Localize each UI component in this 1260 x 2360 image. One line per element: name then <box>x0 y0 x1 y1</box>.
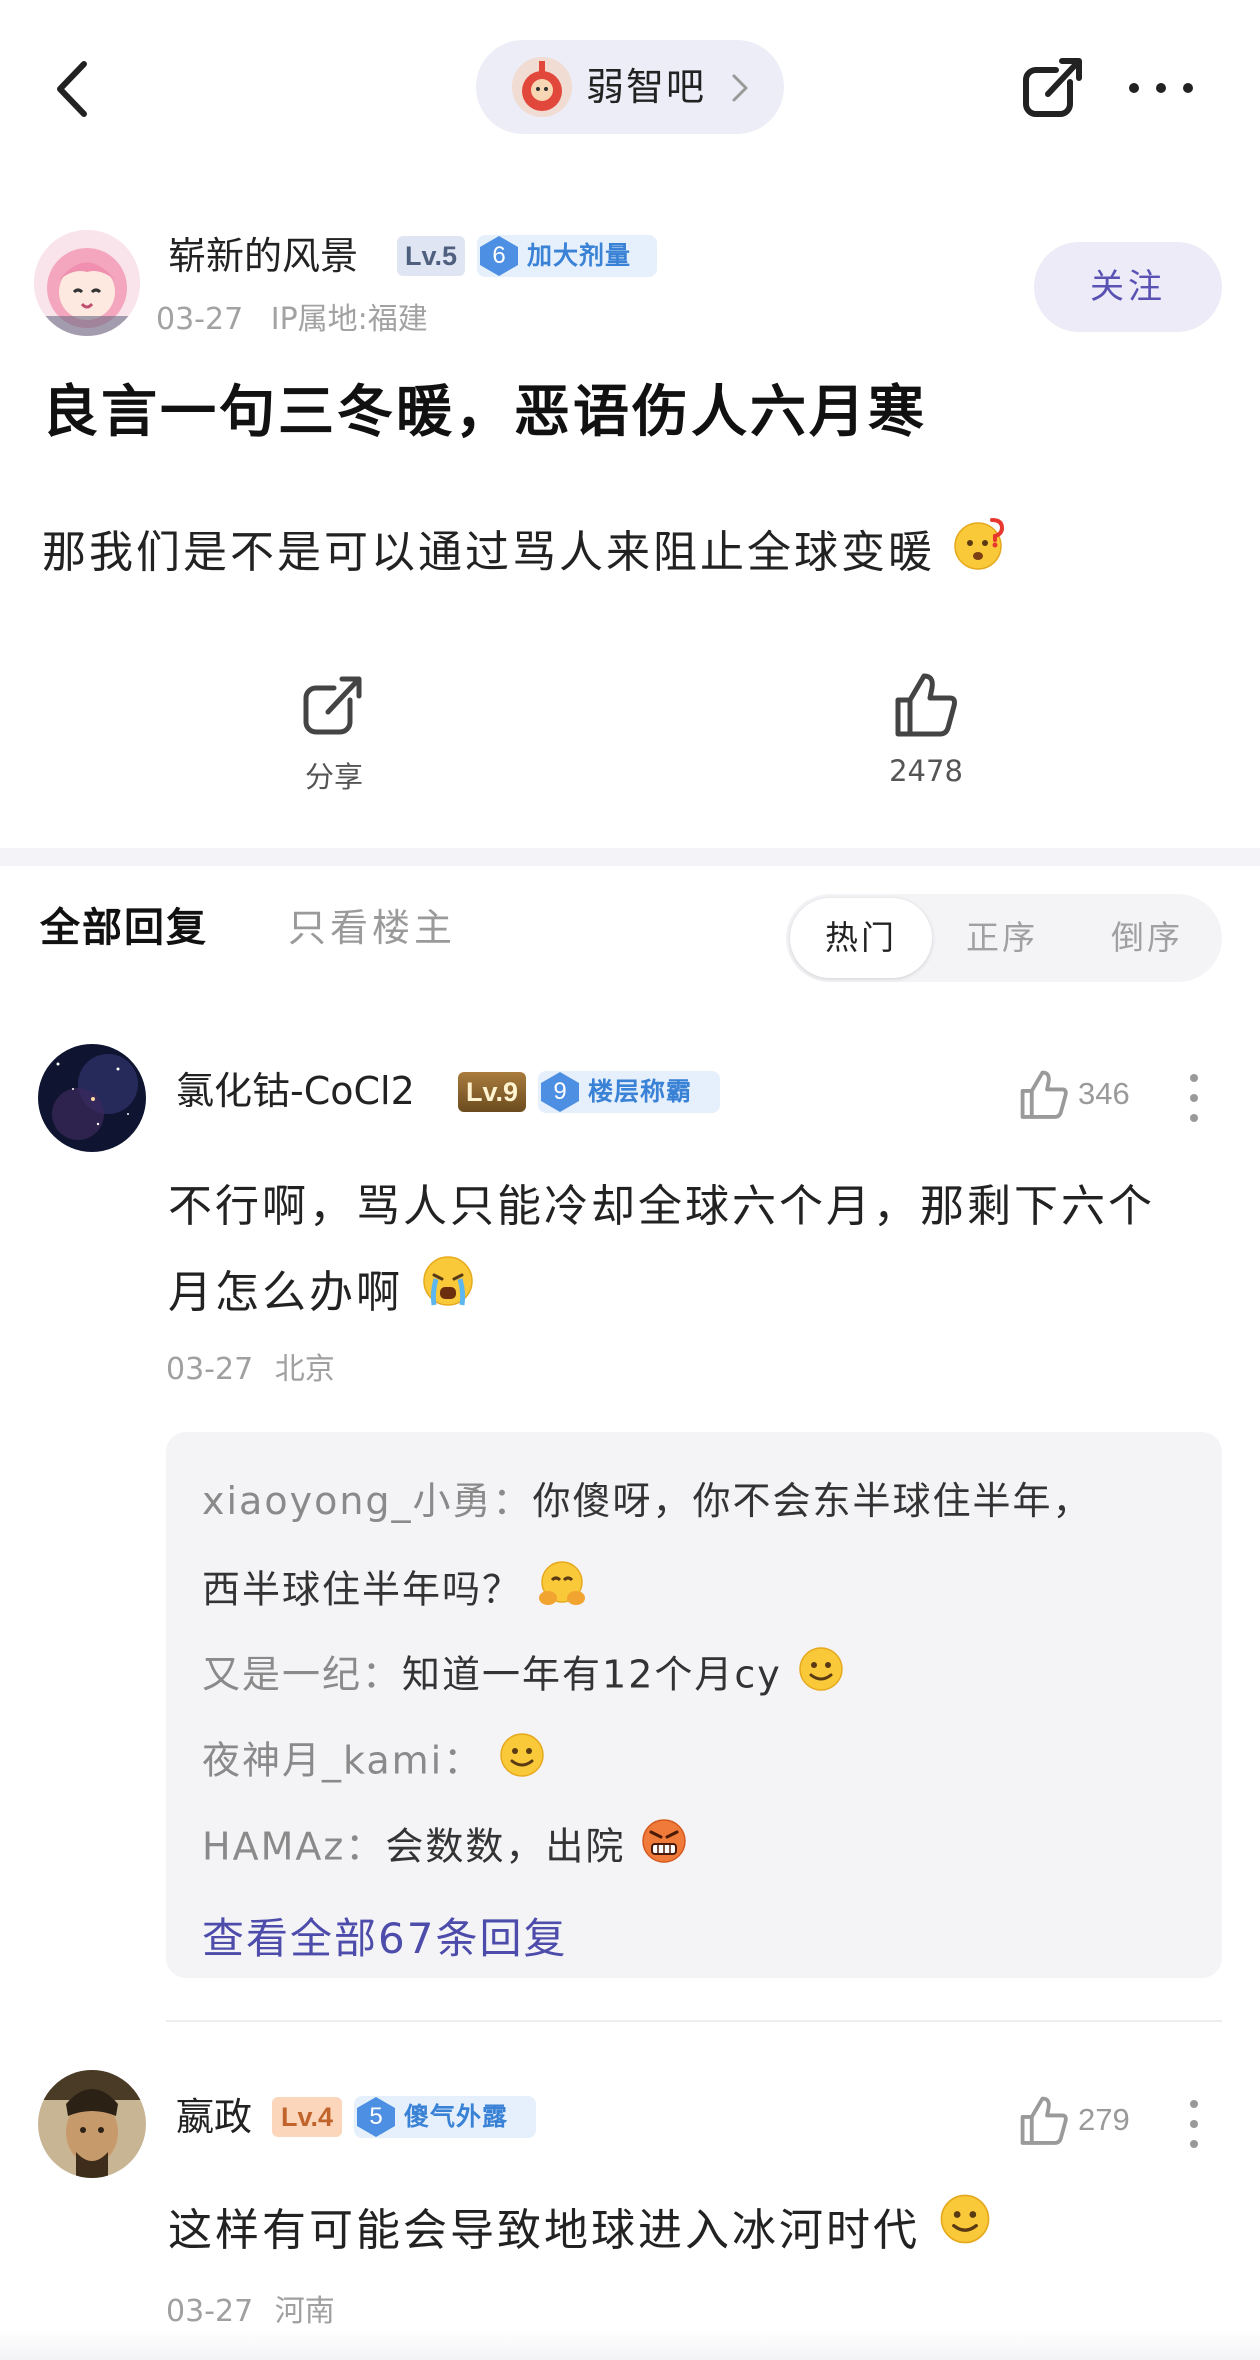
sub-reply: 又是一纪：知道一年有12个月cy <box>202 1644 846 1710</box>
back-icon[interactable] <box>48 56 98 122</box>
sub-reply-user[interactable]: 夜神月_kami： <box>202 1739 483 1783</box>
comment-like-count: 346 <box>1078 1076 1130 1111</box>
sort-descending[interactable]: 倒序 <box>1072 894 1222 982</box>
title-badge: 5 傻气外露 <box>354 2096 536 2138</box>
author-avatar[interactable] <box>34 230 140 336</box>
sub-reply-user[interactable]: xiaoyong_小勇： <box>202 1479 533 1523</box>
sub-reply-text: 知道一年有12个月cy <box>402 1652 782 1697</box>
share-icon[interactable] <box>1018 52 1088 122</box>
title-level-icon: 9 <box>538 1071 582 1113</box>
share-icon <box>303 676 362 735</box>
comment-location: 河南 <box>274 2294 335 2329</box>
thumbs-up-icon <box>1020 2096 1068 2145</box>
like-action-button[interactable]: 2478 <box>868 670 984 800</box>
thumbs-up-icon <box>1020 1070 1068 1119</box>
more-vertical-icon[interactable] <box>1184 2096 1204 2152</box>
sort-ascending[interactable]: 正序 <box>932 894 1072 982</box>
post-body: 那我们是不是可以通过骂人来阻止全球变暖 <box>42 516 1008 594</box>
post-body-text: 那我们是不是可以通过骂人来阻止全球变暖 <box>42 527 935 578</box>
like-count: 2478 <box>889 754 963 788</box>
view-all-replies-link[interactable]: 查看全部67条回复 <box>202 1910 567 1968</box>
level-badge: Lv.4 <box>272 2097 342 2137</box>
sub-reply-text: 西半球住半年吗？ <box>202 1567 523 1612</box>
commenter-name[interactable]: 嬴政 <box>176 2090 252 2144</box>
comment-meta: 03-27 北京 <box>166 1350 335 1390</box>
sub-reply-user[interactable]: 又是一纪： <box>202 1653 402 1697</box>
comment-meta: 03-27 河南 <box>166 2292 335 2332</box>
sub-reply-user[interactable]: HAMAz： <box>202 1825 385 1869</box>
crying-emoji <box>420 1252 476 1338</box>
comment-date: 03-27 <box>166 1352 254 1387</box>
commenter-name[interactable]: 氯化钴-CoCl2 <box>176 1064 415 1118</box>
author-name[interactable]: 崭新的风景 <box>168 230 358 282</box>
comment-date: 03-27 <box>166 2294 254 2329</box>
smile-emoji <box>937 2190 993 2276</box>
angry-emoji <box>639 1816 689 1882</box>
level-badge: Lv.5 <box>397 236 465 276</box>
title-level-icon: 5 <box>354 2096 398 2138</box>
section-divider <box>0 848 1260 866</box>
smile-emoji <box>497 1730 547 1796</box>
sub-reply-text: 会数数，出院 <box>385 1824 626 1869</box>
sub-replies[interactable]: xiaoyong_小勇：你傻呀，你不会东半球住半年， 西半球住半年吗？ 又是一纪… <box>166 1432 1222 1978</box>
share-action-button[interactable]: 分享 <box>272 672 396 800</box>
sub-reply: HAMAz：会数数，出院 <box>202 1816 689 1882</box>
comment-like-button[interactable]: 346 <box>1018 1068 1136 1124</box>
sub-reply: xiaoyong_小勇：你傻呀，你不会东半球住半年， <box>202 1472 1093 1530</box>
comment-like-count: 279 <box>1078 2102 1130 2137</box>
more-vertical-icon[interactable] <box>1184 1070 1204 1126</box>
hug-emoji <box>536 1558 588 1626</box>
author-meta: 03-27 IP属地:福建 <box>156 298 428 342</box>
post-date: 03-27 <box>156 302 244 337</box>
sort-hot[interactable]: 热门 <box>790 898 932 978</box>
post-title: 良言一句三冬暖，恶语伤人六月寒 <box>42 379 927 445</box>
commenter-avatar[interactable] <box>38 1044 146 1152</box>
sub-reply-text: 你傻呀，你不会东半球住半年， <box>532 1479 1093 1523</box>
title-badge-text: 傻气外露 <box>404 2102 509 2131</box>
more-icon[interactable] <box>1126 78 1196 98</box>
title-badge-text: 加大剂量 <box>527 241 632 270</box>
thumbs-up-icon <box>895 673 957 737</box>
title-level-icon: 6 <box>477 235 521 277</box>
comment-text-line: 月怎么办啊 <box>168 1250 1155 1338</box>
sub-reply: 夜神月_kami： <box>202 1730 547 1796</box>
commenter-avatar[interactable] <box>38 2070 146 2178</box>
tab-all-replies[interactable]: 全部回复 <box>40 898 208 958</box>
share-label: 分享 <box>304 760 363 794</box>
top-bar: 弱智吧 <box>0 0 1260 175</box>
chevron-right-icon <box>726 70 752 106</box>
thinking-emoji <box>952 516 1008 594</box>
bottom-fade <box>0 2330 1260 2360</box>
comment-text-line2: 月怎么办啊 <box>168 1267 403 1318</box>
title-level-number: 6 <box>492 242 506 269</box>
sub-reply: 西半球住半年吗？ <box>202 1558 588 1626</box>
forum-name: 弱智吧 <box>586 65 707 109</box>
title-badge: 6 加大剂量 <box>477 235 657 277</box>
level-badge: Lv.9 <box>458 1072 526 1112</box>
title-badge: 9 楼层称霸 <box>538 1071 720 1113</box>
ip-location: IP属地:福建 <box>270 302 428 337</box>
comment-text: 这样有可能会导致地球进入冰河时代 <box>168 2188 993 2276</box>
forum-entry-button[interactable]: 弱智吧 <box>476 40 784 134</box>
forum-avatar <box>512 57 572 117</box>
comment-text: 不行啊，骂人只能冷却全球六个月，那剩下六个 月怎么办啊 <box>168 1164 1155 1338</box>
title-badge-text: 楼层称霸 <box>588 1077 693 1106</box>
comment-divider <box>166 2020 1222 2022</box>
smile-emoji <box>796 1644 846 1710</box>
tab-op-only[interactable]: 只看楼主 <box>288 898 456 958</box>
comment-text-line: 不行啊，骂人只能冷却全球六个月，那剩下六个 <box>168 1181 1155 1232</box>
title-level-number: 9 <box>553 1078 567 1105</box>
comment-location: 北京 <box>274 1352 335 1387</box>
follow-button[interactable]: 关注 <box>1034 242 1222 332</box>
title-level-number: 5 <box>369 2103 383 2130</box>
comment-like-button[interactable]: 279 <box>1018 2094 1136 2150</box>
comment-text-line: 这样有可能会导致地球进入冰河时代 <box>168 2205 920 2256</box>
sort-toggle: 热门 正序 倒序 <box>786 894 1222 982</box>
